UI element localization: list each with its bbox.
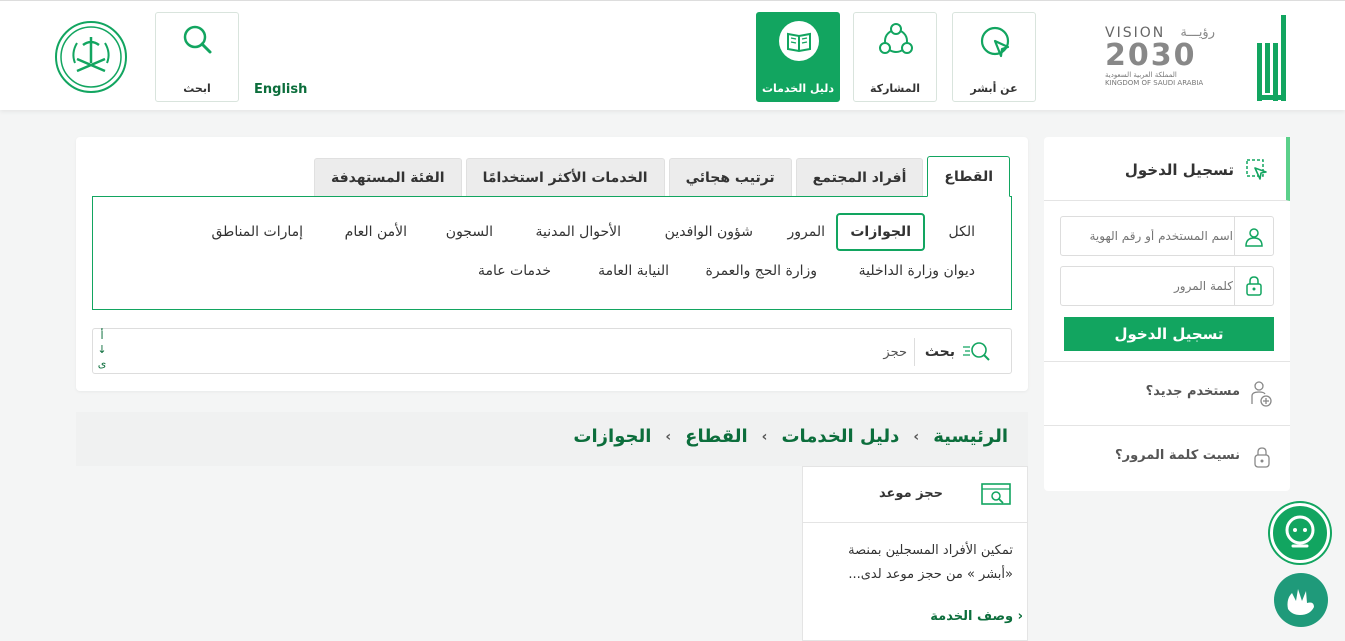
tab-community[interactable]: أفراد المجتمع xyxy=(795,158,924,196)
category-hajj-umrah[interactable]: وزارة الحج والعمرة xyxy=(706,263,817,279)
search-icon xyxy=(183,25,212,54)
tab-target-group[interactable]: الفئة المستهدفة xyxy=(314,158,462,196)
nav-participation[interactable]: المشاركة xyxy=(853,12,937,102)
vision-year: 2030 xyxy=(1105,38,1197,73)
breadcrumb-current: الجوازات xyxy=(573,426,652,447)
search-divider xyxy=(914,338,915,366)
breadcrumb-services-guide[interactable]: دليل الخدمات xyxy=(781,426,899,447)
login-button[interactable]: تسجيل الدخول xyxy=(1064,317,1274,351)
category-all[interactable]: الكل xyxy=(949,224,976,240)
nav-about-absher[interactable]: عن أبشر xyxy=(952,12,1036,102)
category-public-prosecution[interactable]: النيابة العامة xyxy=(598,263,669,279)
login-cursor-icon xyxy=(1246,159,1267,180)
category-regional-emirates[interactable]: إمارات المناطق xyxy=(212,224,304,240)
saudi-emblem-icon xyxy=(55,21,127,93)
service-card-header: حجز موعد xyxy=(803,467,1027,523)
nav-label: دليل الخدمات xyxy=(761,82,835,95)
calendar-search-icon xyxy=(981,483,1011,505)
chevron-left-icon: ‹ xyxy=(665,428,672,445)
tab-bar: القطاع أفراد المجتمع ترتيب هجائي الخدمات… xyxy=(310,156,1010,197)
tab-alphabetical[interactable]: ترتيب هجائي xyxy=(668,158,792,196)
login-header: تسجيل الدخول xyxy=(1044,137,1290,201)
category-passports[interactable]: الجوازات xyxy=(836,213,925,251)
category-traffic[interactable]: المرور xyxy=(788,224,826,240)
service-card-title: حجز موعد xyxy=(879,486,943,501)
alpha-top: أ xyxy=(100,329,104,342)
breadcrumb-sector[interactable]: القطاع xyxy=(685,426,747,447)
login-title: تسجيل الدخول xyxy=(1124,161,1234,179)
tab-most-used[interactable]: الخدمات الأكثر استخدامًا xyxy=(465,158,665,196)
password-field[interactable] xyxy=(1060,266,1274,306)
alpha-bottom: ى xyxy=(97,357,107,370)
category-civil-affairs[interactable]: الأحوال المدنية xyxy=(536,224,622,240)
forgot-password-label: نسيت كلمة المرور؟ xyxy=(1115,448,1240,463)
nav-services-guide[interactable]: دليل الخدمات xyxy=(756,12,840,102)
absher-logo[interactable] xyxy=(1257,15,1287,101)
services-filter-panel: القطاع أفراد المجتمع ترتيب هجائي الخدمات… xyxy=(76,137,1028,391)
nav-label: المشاركة xyxy=(870,82,920,95)
category-general-services[interactable]: خدمات عامة xyxy=(478,263,551,279)
new-user-link[interactable]: مستخدم جديد؟ xyxy=(1044,361,1290,425)
username-field[interactable] xyxy=(1060,216,1274,256)
language-switch[interactable]: English xyxy=(254,82,307,97)
chat-bot-icon xyxy=(1285,515,1315,548)
search-input[interactable] xyxy=(307,339,907,365)
sign-language-icon xyxy=(1287,589,1314,615)
chat-assistant-button[interactable] xyxy=(1270,503,1330,563)
login-panel: تسجيل الدخول تسجيل الدخول مستخدم جديد؟ xyxy=(1044,137,1290,491)
service-details-link[interactable]: وصف الخدمة › xyxy=(930,609,1023,624)
book-icon xyxy=(779,21,819,61)
lock-icon xyxy=(1254,447,1270,468)
category-box: الكل الجوازات المرور شؤون الوافدين الأحو… xyxy=(92,196,1012,310)
add-user-icon xyxy=(1251,381,1272,407)
field-divider xyxy=(1234,217,1235,255)
vision-2030-logo: VISION رؤيـــة 2030 المملكة العربية السع… xyxy=(1105,25,1215,99)
service-card[interactable]: حجز موعد تمكين الأفراد المسجلين بمنصة «أ… xyxy=(802,466,1028,641)
search-label: بحث xyxy=(924,344,955,360)
share-network-icon xyxy=(879,23,913,54)
breadcrumb-home[interactable]: الرئيسية xyxy=(933,426,1008,447)
category-prisons[interactable]: السجون xyxy=(446,224,493,240)
vision-kingdom-ar: المملكة العربية السعودية xyxy=(1105,71,1177,79)
field-divider xyxy=(1234,267,1235,305)
vision-kingdom-en: KINGDOM OF SAUDI ARABIA xyxy=(1105,79,1204,87)
category-expatriates[interactable]: شؤون الوافدين xyxy=(665,224,753,240)
alphabet-sort-toggle[interactable]: أ ↓ ى xyxy=(97,329,107,371)
password-input[interactable] xyxy=(1069,275,1233,297)
service-card-description: تمكين الأفراد المسجلين بمنصة «أبشر » من … xyxy=(848,543,1013,582)
user-icon xyxy=(1245,228,1263,247)
header-search-button[interactable]: ابحث xyxy=(155,12,239,102)
cursor-click-icon xyxy=(980,26,1010,58)
username-input[interactable] xyxy=(1069,225,1233,247)
tab-sector[interactable]: القطاع xyxy=(927,156,1010,197)
forgot-password-link[interactable]: نسيت كلمة المرور؟ xyxy=(1044,425,1290,489)
services-search-bar: بحث أ ↓ ى xyxy=(92,328,1012,374)
site-header: VISION رؤيـــة 2030 المملكة العربية السع… xyxy=(0,0,1345,110)
nav-label: ابحث xyxy=(183,82,211,95)
chevron-left-icon: ‹ xyxy=(913,428,920,445)
search-icon xyxy=(963,342,990,361)
nav-label: عن أبشر xyxy=(970,82,1018,95)
sign-language-button[interactable] xyxy=(1274,573,1328,627)
category-public-security[interactable]: الأمن العام xyxy=(345,224,407,240)
chevron-left-icon: ‹ xyxy=(761,428,768,445)
new-user-label: مستخدم جديد؟ xyxy=(1145,384,1240,399)
category-interior-diwan[interactable]: ديوان وزارة الداخلية xyxy=(859,263,975,279)
arrow-down-icon: ↓ xyxy=(97,343,107,356)
breadcrumb: الرئيسية ‹ دليل الخدمات ‹ القطاع ‹ الجوا… xyxy=(76,412,1028,466)
lock-icon xyxy=(1246,276,1262,296)
